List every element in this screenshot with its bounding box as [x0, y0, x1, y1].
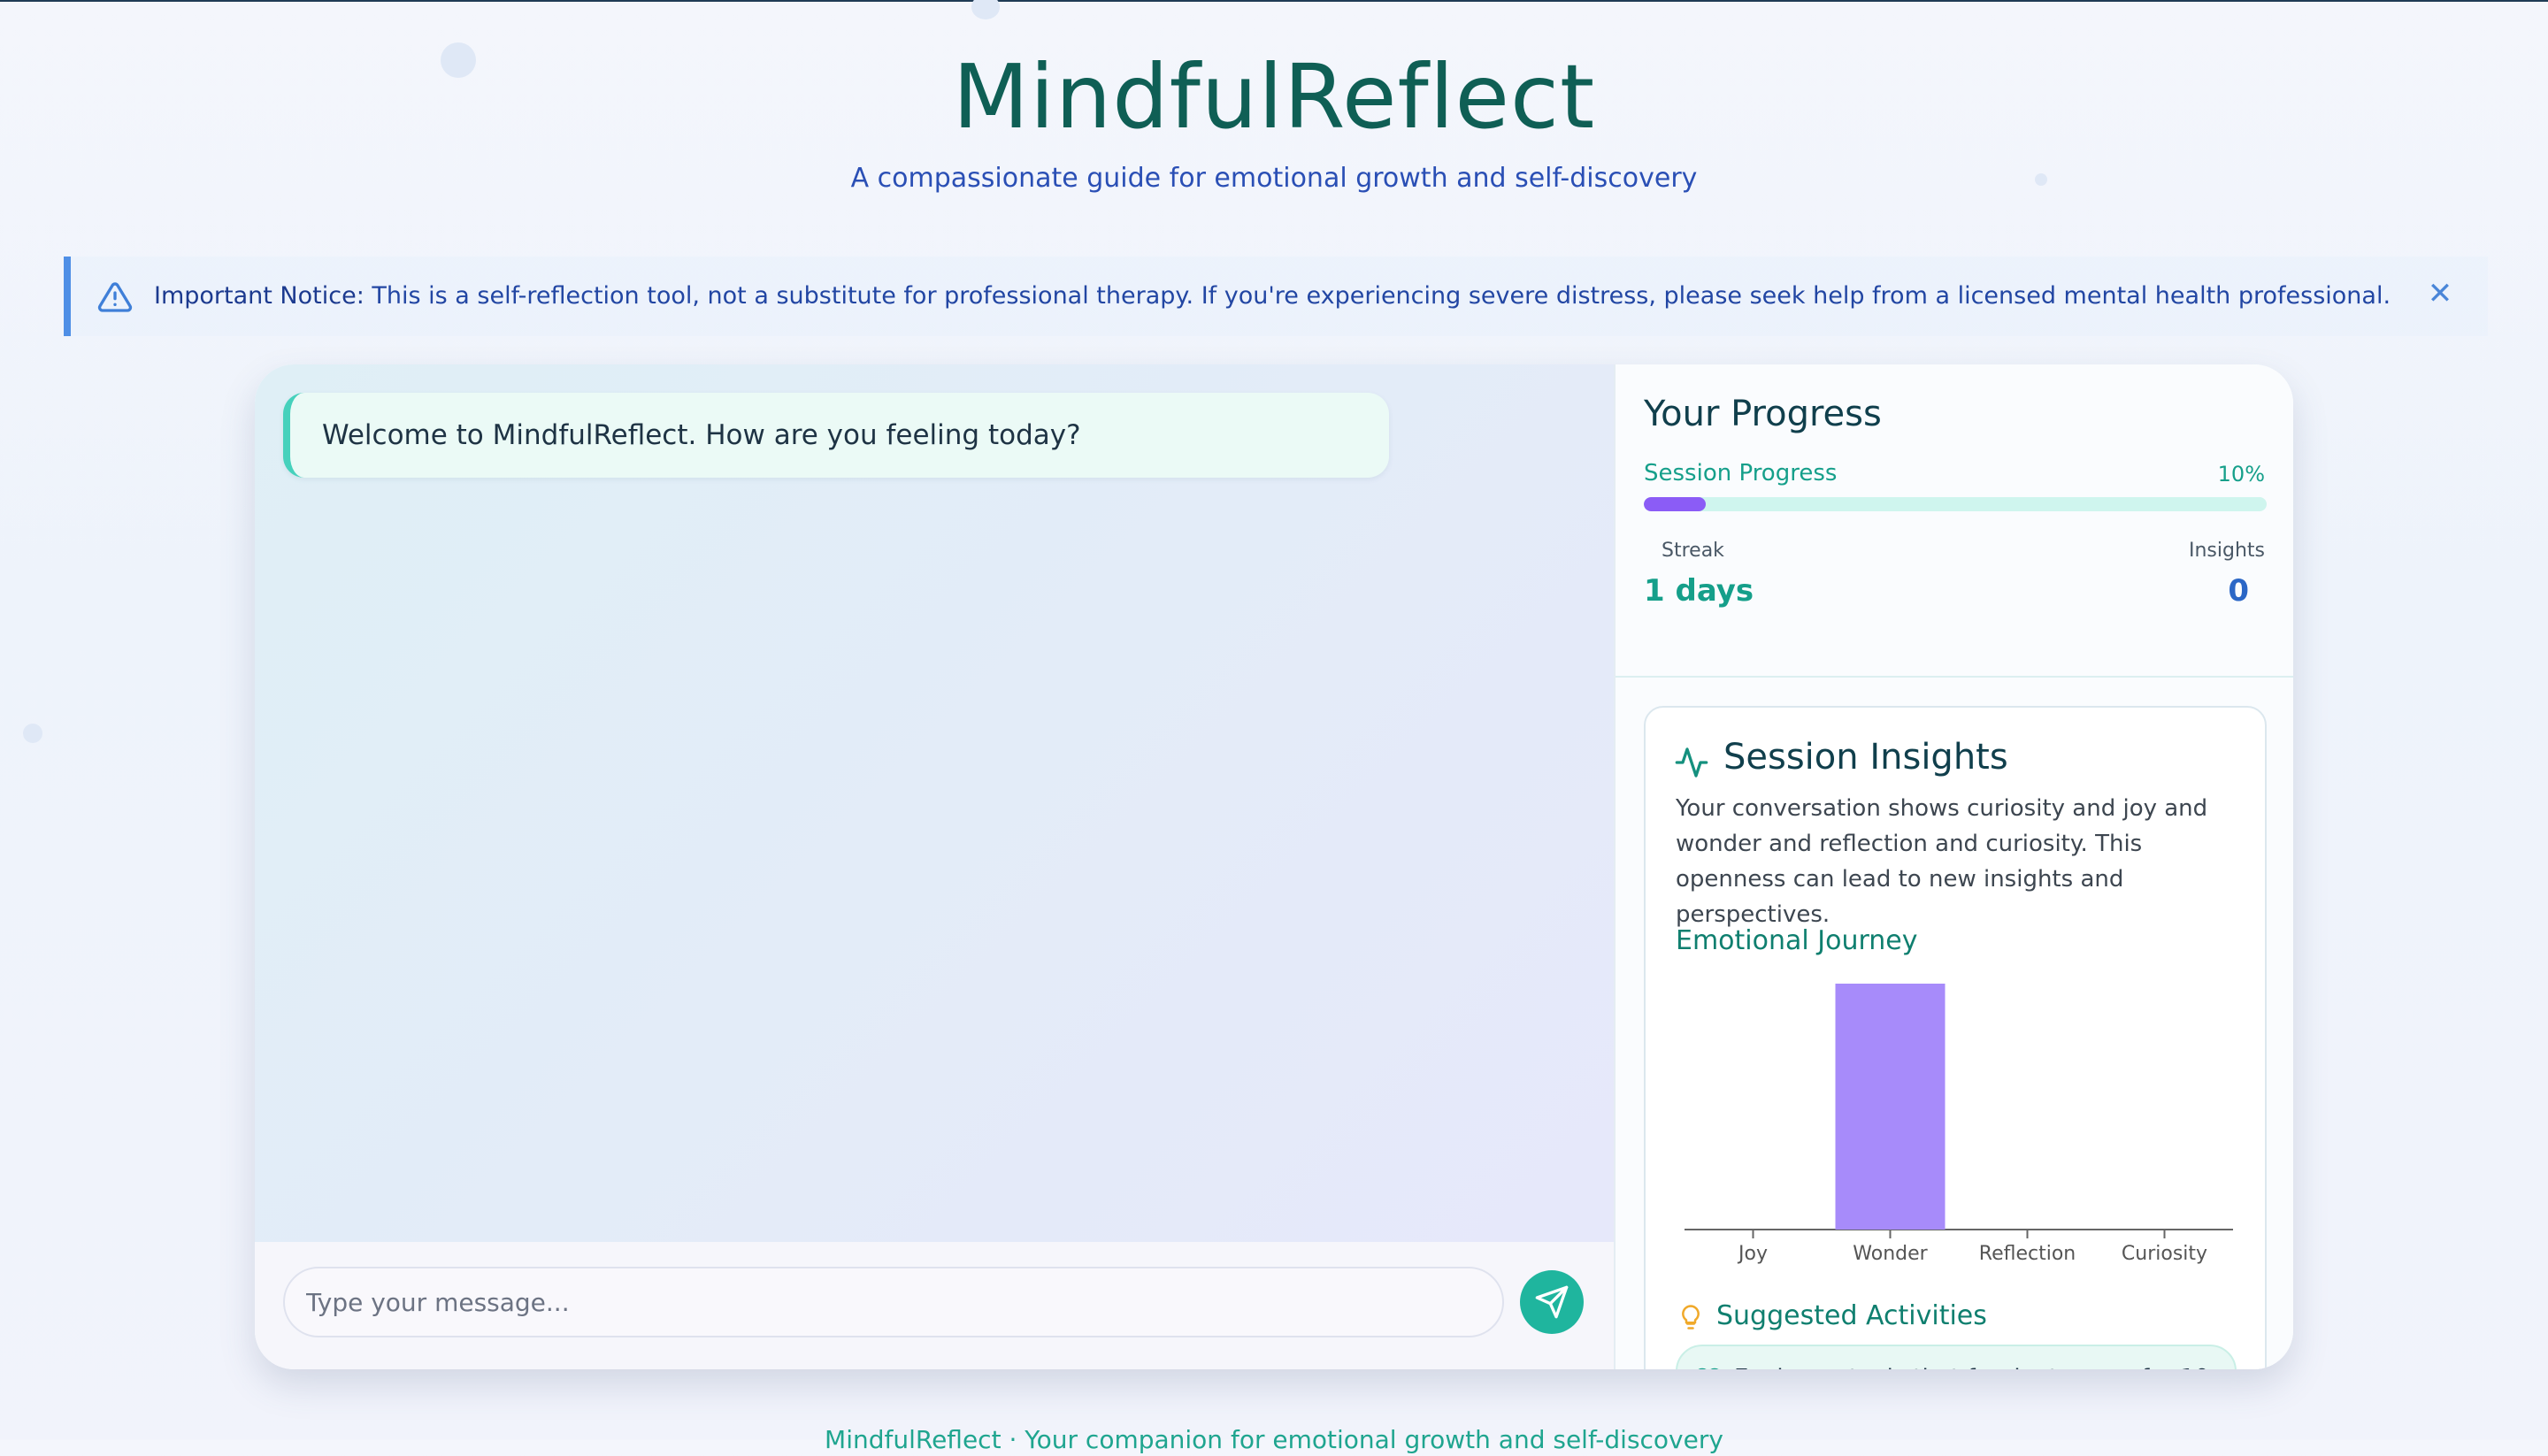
side-panel: Your Progress Session Progress 10% Strea… — [1614, 364, 2293, 1369]
session-progress-label: Session Progress — [1644, 460, 1838, 487]
chat-pane: Welcome to MindfulReflect. How are you f… — [255, 364, 1614, 1242]
streak-value: 1 days — [1644, 573, 1754, 609]
chart-tick-label: Reflection — [1979, 1243, 2076, 1265]
message-text: Welcome to MindfulReflect. How are you f… — [322, 419, 1081, 451]
chart-bar-wonder — [1835, 984, 1946, 1230]
progress-section: Your Progress Session Progress 10% Strea… — [1616, 364, 2293, 678]
insights-value: 0 — [2228, 573, 2249, 609]
close-icon[interactable]: ✕ — [2422, 276, 2458, 311]
activity-text: Explore a topic that fascinates you for … — [1734, 1362, 2209, 1369]
activity-pulse-icon — [1674, 745, 1709, 784]
insights-label: Insights — [2188, 540, 2265, 562]
important-notice: Important Notice: This is a self-reflect… — [64, 257, 2488, 336]
main-card: Welcome to MindfulReflect. How are you f… — [255, 364, 2293, 1369]
progress-title: Your Progress — [1644, 394, 1882, 434]
session-progress-fill — [1644, 497, 1707, 511]
suggested-activities-title: Suggested Activities — [1716, 1300, 1987, 1331]
send-button[interactable] — [1520, 1270, 1584, 1334]
suggested-activity-item[interactable]: Explore a topic that fascinates you for … — [1676, 1345, 2237, 1369]
app-title: MindfulReflect — [952, 45, 1596, 149]
lightbulb-icon — [1677, 1302, 1704, 1336]
warning-icon — [97, 280, 133, 315]
chart-tick-label: Curiosity — [2122, 1243, 2207, 1265]
heart-icon — [1693, 1366, 1723, 1369]
send-icon — [1535, 1285, 1569, 1319]
footer-text: MindfulReflect · Your companion for emot… — [825, 1425, 1723, 1454]
top-border — [0, 0, 2548, 2]
streak-label: Streak — [1662, 540, 1724, 562]
notice-text: Important Notice: This is a self-reflect… — [154, 278, 2391, 315]
session-insights-card: Session Insights Your conversation shows… — [1644, 706, 2267, 1369]
notice-label: Important Notice: — [154, 282, 365, 310]
chart-tick-label: Wonder — [1853, 1243, 1928, 1265]
decorative-bubble — [23, 724, 42, 743]
emotional-journey-title: Emotional Journey — [1676, 925, 1918, 956]
assistant-message: Welcome to MindfulReflect. How are you f… — [283, 393, 1389, 478]
notice-body: This is a self-reflection tool, not a su… — [364, 282, 2391, 310]
session-progress-percent: 10% — [2217, 462, 2265, 487]
session-insights-text: Your conversation shows curiosity and jo… — [1676, 795, 2208, 928]
session-progress-bar — [1644, 497, 2267, 511]
session-insights-title: Session Insights — [1723, 737, 2008, 778]
input-bar — [255, 1242, 1614, 1369]
emotional-journey-chart: Joy Wonder Reflection Curiosity — [1685, 984, 2233, 1265]
chart-tick-label: Joy — [1737, 1243, 1768, 1265]
decorative-bubble — [971, 0, 1000, 19]
message-input[interactable] — [283, 1267, 1504, 1337]
app-subtitle: A compassionate guide for emotional grow… — [850, 163, 1698, 194]
